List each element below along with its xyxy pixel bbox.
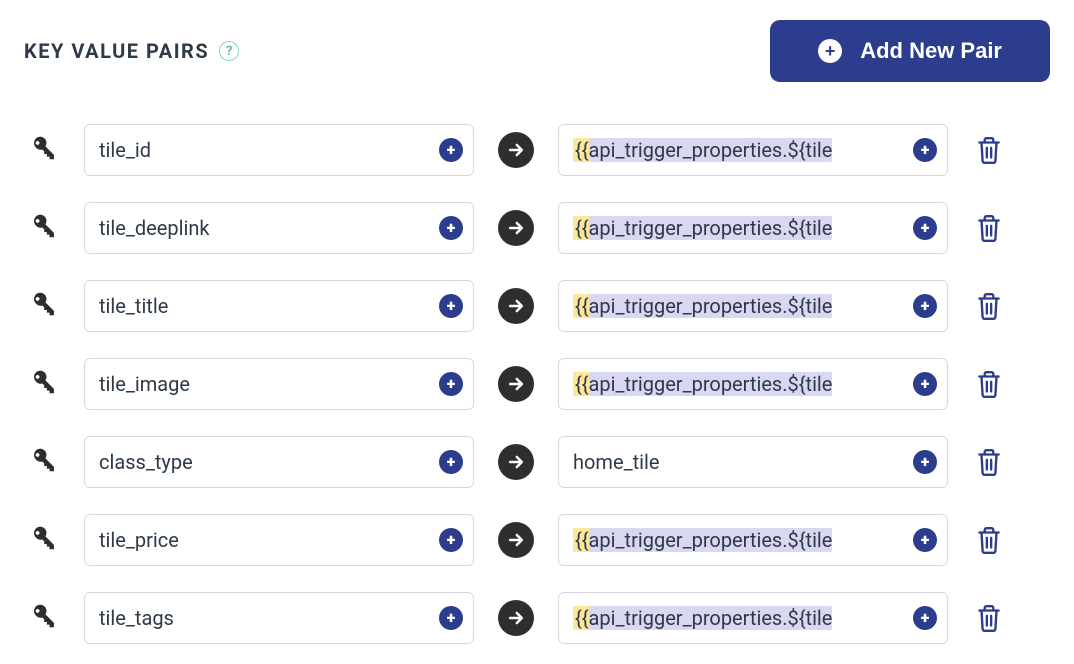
add-new-pair-button[interactable]: + Add New Pair (770, 20, 1050, 82)
key-insert-variable-button[interactable]: + (439, 216, 463, 240)
key-icon (24, 213, 60, 243)
delete-pair-button[interactable] (972, 289, 1006, 323)
pair-row: tile_deeplink+{{api_trigger_properties.$… (24, 202, 1050, 254)
value-input-text: home_tile (573, 450, 659, 474)
key-icon (24, 369, 60, 399)
value-input-text: {{api_trigger_properties.${tile (573, 372, 832, 396)
key-input[interactable]: tile_title + (84, 280, 474, 332)
key-input[interactable]: tile_id + (84, 124, 474, 176)
arrow-right-icon (498, 600, 534, 636)
value-insert-variable-button[interactable]: + (913, 606, 937, 630)
value-input[interactable]: {{api_trigger_properties.${tile + (558, 592, 948, 644)
value-input-text: {{api_trigger_properties.${tile (573, 216, 832, 240)
delete-pair-button[interactable] (972, 523, 1006, 557)
pair-row: tile_price+{{api_trigger_properties.${ti… (24, 514, 1050, 566)
add-new-pair-label: Add New Pair (860, 38, 1002, 64)
key-insert-variable-button[interactable]: + (439, 138, 463, 162)
pair-row: tile_id + {{api_trigger_properties.${tile + (24, 124, 1050, 176)
header: KEY VALUE PAIRS ? + Add New Pair (24, 20, 1050, 82)
key-insert-variable-button[interactable]: + (439, 372, 463, 396)
key-icon (24, 447, 60, 477)
value-input-text: {{api_trigger_properties.${tile (573, 294, 832, 318)
value-insert-variable-button[interactable]: + (913, 528, 937, 552)
key-input[interactable]: tile_tags + (84, 592, 474, 644)
value-input[interactable]: {{api_trigger_properties.${tile + (558, 202, 948, 254)
arrow-right-icon (498, 210, 534, 246)
key-insert-variable-button[interactable]: + (439, 294, 463, 318)
key-input-text: tile_id (99, 138, 151, 162)
pair-row: tile_tags+{{api_trigger_properties.${til… (24, 592, 1050, 644)
delete-pair-button[interactable] (972, 445, 1006, 479)
value-insert-variable-button[interactable]: + (913, 294, 937, 318)
value-input[interactable]: home_tile + (558, 436, 948, 488)
title-wrap: KEY VALUE PAIRS ? (24, 39, 239, 63)
key-icon (24, 135, 60, 165)
key-insert-variable-button[interactable]: + (439, 528, 463, 552)
key-input-text: tile_image (99, 372, 190, 396)
key-input[interactable]: class_type + (84, 436, 474, 488)
section-title: KEY VALUE PAIRS (24, 39, 209, 63)
key-insert-variable-button[interactable]: + (439, 606, 463, 630)
key-insert-variable-button[interactable]: + (439, 450, 463, 474)
plus-icon: + (818, 39, 842, 63)
delete-pair-button[interactable] (972, 133, 1006, 167)
key-icon (24, 291, 60, 321)
value-input-text: {{api_trigger_properties.${tile (573, 528, 832, 552)
value-insert-variable-button[interactable]: + (913, 138, 937, 162)
value-input[interactable]: {{api_trigger_properties.${tile + (558, 358, 948, 410)
arrow-right-icon (498, 132, 534, 168)
key-input[interactable]: tile_deeplink + (84, 202, 474, 254)
pair-row: tile_title+{{api_trigger_properties.${ti… (24, 280, 1050, 332)
key-input[interactable]: tile_image + (84, 358, 474, 410)
arrow-right-icon (498, 288, 534, 324)
delete-pair-button[interactable] (972, 211, 1006, 245)
key-input-text: tile_deeplink (99, 216, 210, 240)
key-input-text: tile_title (99, 294, 168, 318)
delete-pair-button[interactable] (972, 601, 1006, 635)
key-input-text: tile_price (99, 528, 179, 552)
pairs-list: tile_id + {{api_trigger_properties.${tile +… (24, 124, 1050, 644)
value-input-text: {{api_trigger_properties.${tile (573, 138, 832, 162)
pair-row: tile_image+{{api_trigger_properties.${ti… (24, 358, 1050, 410)
value-input[interactable]: {{api_trigger_properties.${tile + (558, 514, 948, 566)
value-input-text: {{api_trigger_properties.${tile (573, 606, 832, 630)
key-input-text: class_type (99, 450, 193, 474)
key-input[interactable]: tile_price + (84, 514, 474, 566)
value-insert-variable-button[interactable]: + (913, 450, 937, 474)
delete-pair-button[interactable] (972, 367, 1006, 401)
value-insert-variable-button[interactable]: + (913, 216, 937, 240)
key-input-text: tile_tags (99, 606, 174, 630)
value-insert-variable-button[interactable]: + (913, 372, 937, 396)
arrow-right-icon (498, 366, 534, 402)
arrow-right-icon (498, 522, 534, 558)
value-input[interactable]: {{api_trigger_properties.${tile + (558, 280, 948, 332)
arrow-right-icon (498, 444, 534, 480)
value-input[interactable]: {{api_trigger_properties.${tile + (558, 124, 948, 176)
key-icon (24, 525, 60, 555)
help-icon[interactable]: ? (219, 41, 239, 61)
key-icon (24, 603, 60, 633)
pair-row: class_type + home_tile + (24, 436, 1050, 488)
